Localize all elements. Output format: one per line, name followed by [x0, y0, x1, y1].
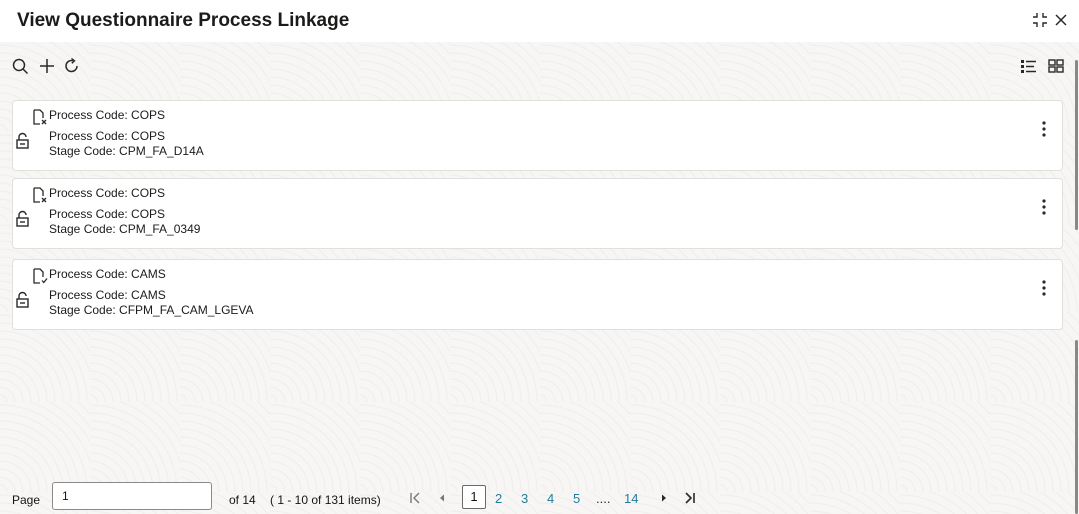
scrollbar-thumb[interactable]: [1075, 60, 1078, 230]
collapse-arrows-icon[interactable]: [1032, 9, 1048, 36]
page-title: View Questionnaire Process Linkage: [17, 10, 350, 31]
record-card[interactable]: Process Code: COPS Process Code: COPS St…: [12, 178, 1063, 249]
page-ellipsis: ....: [596, 491, 611, 506]
page-number-input[interactable]: [52, 482, 212, 510]
next-page-icon[interactable]: [660, 489, 668, 507]
record-header: Process Code: COPS: [49, 108, 166, 122]
tile-view-icon[interactable]: [1045, 55, 1067, 77]
item-range-label: ( 1 - 10 of 131 items): [270, 493, 381, 507]
record-process-code: Process Code: CAMS: [49, 288, 166, 302]
record-card[interactable]: Process Code: CAMS Process Code: CAMS St…: [12, 259, 1063, 330]
scrollbar-thumb[interactable]: [1075, 340, 1078, 514]
page-button[interactable]: 3: [521, 491, 528, 506]
record-stage-code: Stage Code: CFPM_FA_CAM_LGEVA: [49, 303, 254, 317]
document-authorized-icon: [32, 268, 48, 284]
record-stage-code: Stage Code: CPM_FA_D14A: [49, 144, 204, 158]
more-actions-icon[interactable]: [1040, 278, 1048, 298]
unlock-icon: [15, 132, 31, 150]
page-label: Page: [12, 493, 41, 507]
page-button[interactable]: 14: [624, 491, 638, 506]
page-button[interactable]: 2: [495, 491, 502, 506]
close-icon[interactable]: [1053, 9, 1069, 36]
refresh-icon[interactable]: [61, 55, 83, 77]
page-button-current[interactable]: 1: [462, 485, 486, 509]
page-button[interactable]: 5: [573, 491, 580, 506]
last-page-icon[interactable]: [684, 489, 696, 507]
record-stage-code: Stage Code: CPM_FA_0349: [49, 222, 201, 236]
previous-page-icon[interactable]: [438, 489, 446, 507]
list-view-icon[interactable]: [1018, 55, 1040, 77]
more-actions-icon[interactable]: [1040, 119, 1048, 139]
record-card[interactable]: Process Code: COPS Process Code: COPS St…: [12, 100, 1063, 171]
more-actions-icon[interactable]: [1040, 197, 1048, 217]
record-process-code: Process Code: COPS: [49, 207, 166, 221]
toolbar: [0, 52, 1079, 82]
document-unauthorized-icon: [32, 187, 48, 203]
page-button[interactable]: 4: [547, 491, 554, 506]
unlock-icon: [15, 291, 31, 309]
record-process-code: Process Code: COPS: [49, 129, 166, 143]
record-header: Process Code: CAMS: [49, 267, 166, 281]
pagination-bar: Page of 14 ( 1 - 10 of 131 items) 1 2 3 …: [0, 482, 1079, 514]
add-icon[interactable]: [36, 55, 58, 77]
document-unauthorized-icon: [32, 109, 48, 125]
first-page-icon[interactable]: [409, 489, 421, 507]
window-titlebar: View Questionnaire Process Linkage: [0, 0, 1079, 42]
unlock-icon: [15, 210, 31, 228]
page-count-label: of 14: [229, 493, 256, 507]
search-icon[interactable]: [10, 55, 32, 77]
record-header: Process Code: COPS: [49, 186, 166, 200]
